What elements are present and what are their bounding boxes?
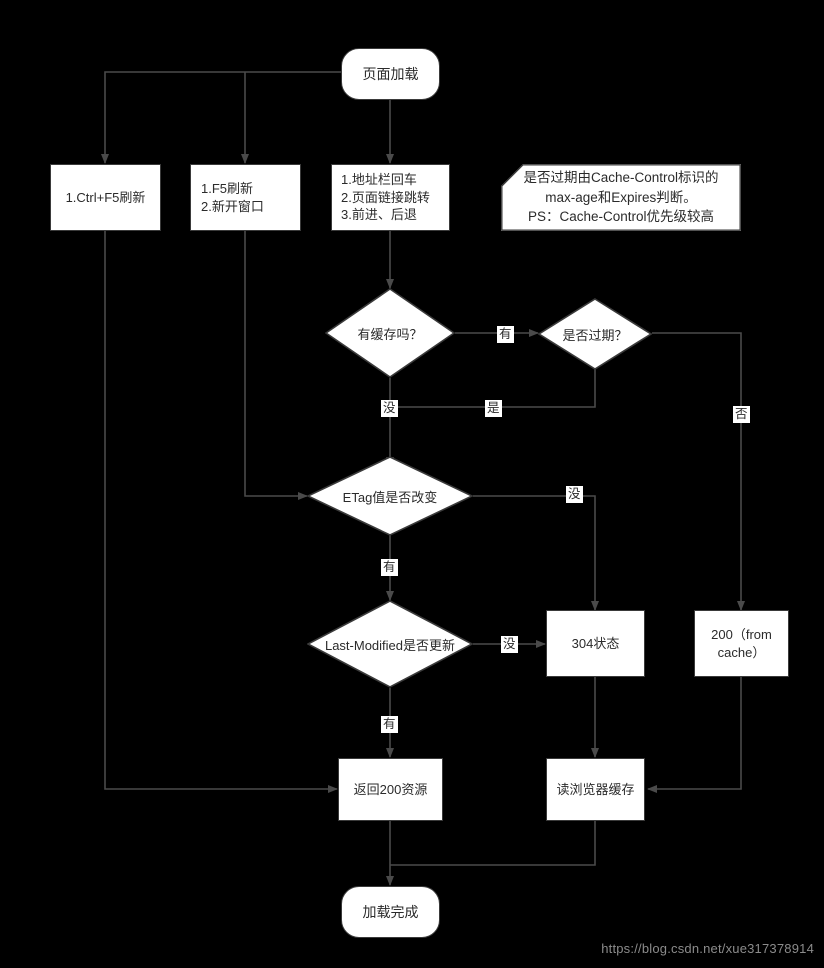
node-return-200-resource-label: 返回200资源 xyxy=(353,781,428,797)
node-read-browser-cache[interactable]: 读浏览器缓存 xyxy=(546,758,645,821)
edge-label-is-expired-yes: 是 xyxy=(485,400,502,417)
decision-is-expired[interactable]: 是否过期？ xyxy=(538,298,652,370)
edge-label-etag-yes: 有 xyxy=(381,559,398,576)
note-cache-control-label: 是否过期由Cache-Control标识的 max-age和Expires判断。… xyxy=(523,170,719,225)
flowchart-canvas: 页面加载 1.Ctrl+F5刷新 1.F5刷新 2.新开窗口 1.地址栏回车 2… xyxy=(0,0,824,968)
node-status-304-label: 304状态 xyxy=(571,635,620,651)
edge-label-last-modified-yes: 有 xyxy=(381,716,398,733)
decision-last-modified-updated-label: Last-Modified是否更新 xyxy=(324,637,456,653)
decision-etag-changed[interactable]: ETag值是否改变 xyxy=(307,456,473,536)
edge-label-is-expired-no: 否 xyxy=(733,406,750,423)
node-end-label: 加载完成 xyxy=(362,903,419,920)
node-status-304[interactable]: 304状态 xyxy=(546,610,645,677)
node-address-bar-navigation-label: 1.地址栏回车 2.页面链接跳转 3.前进、后退 xyxy=(341,172,430,223)
node-f5-refresh-label: 1.F5刷新 2.新开窗口 xyxy=(201,180,264,214)
decision-has-cache-label: 有缓存吗？ xyxy=(357,326,423,342)
edge-label-has-cache-yes: 有 xyxy=(497,326,514,343)
node-status-200-from-cache[interactable]: 200（from cache） xyxy=(694,610,789,677)
node-start[interactable]: 页面加载 xyxy=(341,48,440,100)
node-ctrl-f5-refresh-label: 1.Ctrl+F5刷新 xyxy=(65,189,146,205)
decision-etag-changed-label: ETag值是否改变 xyxy=(342,489,438,505)
edge-label-etag-no: 没 xyxy=(566,486,583,503)
watermark: https://blog.csdn.net/xue317378914 xyxy=(601,941,814,956)
edge-label-last-modified-no: 没 xyxy=(501,636,518,653)
decision-is-expired-label: 是否过期？ xyxy=(562,327,628,343)
node-f5-refresh[interactable]: 1.F5刷新 2.新开窗口 xyxy=(190,164,301,231)
decision-has-cache[interactable]: 有缓存吗？ xyxy=(325,288,455,378)
decision-last-modified-updated[interactable]: Last-Modified是否更新 xyxy=(307,600,473,688)
note-cache-control: 是否过期由Cache-Control标识的 max-age和Expires判断。… xyxy=(501,164,741,231)
node-start-label: 页面加载 xyxy=(362,65,419,82)
node-end[interactable]: 加载完成 xyxy=(341,886,440,938)
node-address-bar-navigation[interactable]: 1.地址栏回车 2.页面链接跳转 3.前进、后退 xyxy=(331,164,450,231)
node-status-200-from-cache-label: 200（from cache） xyxy=(711,626,772,660)
node-return-200-resource[interactable]: 返回200资源 xyxy=(338,758,443,821)
node-ctrl-f5-refresh[interactable]: 1.Ctrl+F5刷新 xyxy=(50,164,161,231)
node-read-browser-cache-label: 读浏览器缓存 xyxy=(556,781,635,797)
edge-label-has-cache-no: 没 xyxy=(381,400,398,417)
